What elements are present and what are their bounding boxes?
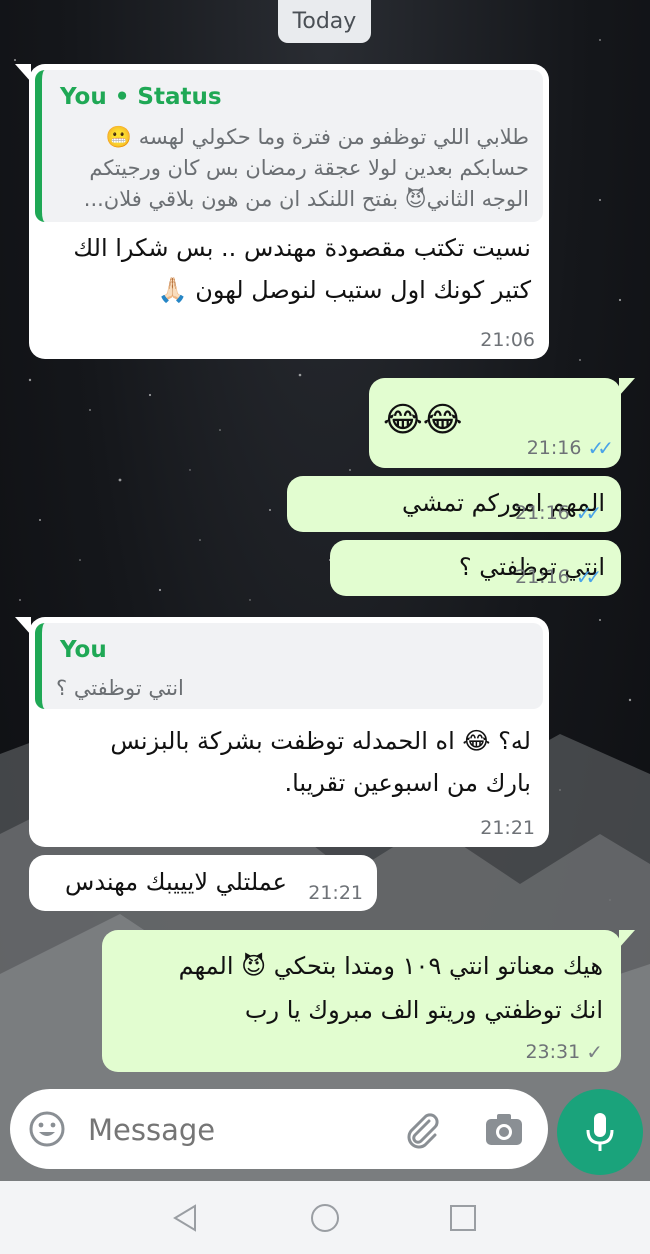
read-ticks-icon: ✓✓ <box>575 501 602 525</box>
emoji-icon[interactable] <box>28 1110 66 1148</box>
time-label: 21:16 <box>526 437 582 459</box>
quote-line: الوجه الثاني😈 بفتح اللنكد ان من هون بلاق… <box>83 187 529 211</box>
quoted-message[interactable]: You انتي توظفتي ؟ <box>35 623 543 709</box>
time-label: 21:21 <box>308 882 363 904</box>
message-text: هيك معناتو انتي ١٠٩ ومتدا بتحكي 😈 المهم <box>178 952 603 980</box>
time-label: 21:16 <box>515 502 570 524</box>
quote-line: حسابكم بعدين لولا عجقة رمضان بس كان ورجي… <box>89 156 529 180</box>
quote-line: انتي توظفتي ؟ <box>56 676 184 700</box>
message-time: 21:06 <box>480 329 535 351</box>
camera-icon[interactable] <box>484 1111 524 1147</box>
message-time: 23:31 ✓ <box>525 1040 603 1064</box>
read-ticks-icon: ✓✓ <box>587 436 613 460</box>
message-text: كتير كونك اول ستيب لنوصل لهون 🙏🏻 <box>157 276 531 304</box>
message-time: 21:16 ✓✓ <box>515 501 602 525</box>
message-incoming[interactable]: You • Status طلابي اللي توظفو من فترة وم… <box>15 64 549 359</box>
message-outgoing[interactable]: انتي توظفتي ؟ 21:16 ✓✓ <box>330 540 621 596</box>
time-label: 21:06 <box>480 329 535 351</box>
quote-author: You • Status <box>60 84 222 110</box>
time-label: 23:31 <box>525 1041 581 1063</box>
mic-icon <box>586 1113 614 1151</box>
message-time: 21:16 ✓✓ <box>526 436 614 460</box>
back-icon[interactable] <box>170 1203 200 1233</box>
quote-author: You <box>60 637 107 663</box>
message-incoming[interactable]: عملتلي لايييبك مهندس 21:21 <box>29 855 377 911</box>
message-composer[interactable] <box>10 1089 548 1169</box>
system-nav-bar <box>0 1181 650 1254</box>
message-text: نسيت تكتب مقصودة مهندس .. بس شكرا الك <box>73 234 531 262</box>
message-time: 21:21 <box>480 817 535 839</box>
quote-line: طلابي اللي توظفو من فترة وما حكولي لهسه … <box>105 125 529 149</box>
quoted-status[interactable]: You • Status طلابي اللي توظفو من فترة وم… <box>35 70 543 222</box>
message-text: بارك من اسبوعين تقريبا. <box>284 769 531 797</box>
home-icon[interactable] <box>309 1202 341 1234</box>
message-incoming[interactable]: You انتي توظفتي ؟ له؟ 😂 اه الحمدله توظفت… <box>15 617 549 847</box>
attach-icon[interactable] <box>402 1109 442 1149</box>
message-text: عملتلي لايييبك مهندس <box>65 868 287 896</box>
date-chip: Today <box>278 0 371 43</box>
sent-tick-icon: ✓ <box>586 1040 603 1064</box>
chat-screen: Today You • Status طلابي اللي توظفو من ف… <box>0 0 650 1254</box>
message-time: 21:21 <box>308 882 363 904</box>
message-text: انك توظفتي وريتو الف مبروك يا رب <box>244 996 603 1024</box>
recents-icon[interactable] <box>448 1203 478 1233</box>
time-label: 21:16 <box>515 566 570 588</box>
mic-button[interactable] <box>557 1089 643 1175</box>
message-text: 😂😂 <box>383 400 463 440</box>
message-outgoing[interactable]: المهم اموركم تمشي 21:16 ✓✓ <box>287 476 621 532</box>
time-label: 21:21 <box>480 817 535 839</box>
message-text: له؟ 😂 اه الحمدله توظفت بشركة بالبزنس <box>110 727 531 755</box>
message-outgoing[interactable]: هيك معناتو انتي ١٠٩ ومتدا بتحكي 😈 المهم … <box>102 930 635 1072</box>
read-ticks-icon: ✓✓ <box>575 565 602 589</box>
message-time: 21:16 ✓✓ <box>515 565 602 589</box>
message-outgoing[interactable]: 😂😂 21:16 ✓✓ <box>369 378 635 468</box>
message-input[interactable] <box>86 1107 370 1153</box>
